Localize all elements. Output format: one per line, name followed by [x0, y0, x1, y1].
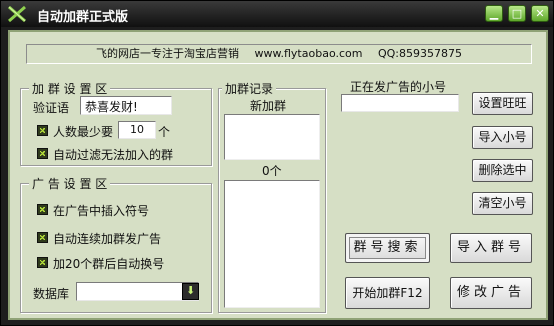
auto-filter-label: 自动过滤无法加入的群 [53, 148, 174, 162]
min-people-input[interactable]: 10 [118, 121, 156, 139]
ad-settings-legend: 广 告 设 置 区 [29, 175, 111, 192]
continuous-checkbox[interactable] [37, 232, 48, 243]
current-account-field [341, 94, 459, 112]
continuous-label: 自动连续加群发广告 [53, 232, 162, 246]
insert-symbol-checkbox[interactable] [37, 204, 48, 215]
import-groups-button[interactable]: 导入群号 [450, 233, 532, 263]
close-icon[interactable]: ✕ [531, 5, 549, 22]
search-groups-button[interactable]: 群号搜索 [345, 233, 430, 263]
window-title: 自动加群正式版 [37, 10, 129, 25]
verify-message-input[interactable]: 恭喜发财! [80, 96, 172, 115]
database-select[interactable] [76, 282, 199, 301]
min-people-checkbox[interactable] [37, 125, 48, 136]
modify-ad-button[interactable]: 修改广告 [450, 277, 532, 309]
title-bar[interactable]: 自动加群正式版 ▁ □ ✕ [1, 1, 553, 27]
maximize-icon[interactable]: □ [508, 5, 526, 22]
min-people-label: 人数最少要 [53, 125, 114, 139]
auto-filter-checkbox[interactable] [37, 148, 48, 159]
group-settings-legend: 加 群 设 置 区 [29, 80, 111, 97]
insert-symbol-label: 在广告中插入符号 [53, 204, 150, 218]
banner-qq: QQ:859357875 [377, 47, 462, 60]
verify-label: 验证语 [33, 101, 70, 115]
set-wangwang-button[interactable]: 设置旺旺 [472, 92, 533, 115]
minimize-icon[interactable]: ▁ [485, 5, 503, 22]
app-logo-icon [8, 5, 26, 23]
min-people-unit: 个 [158, 125, 171, 139]
banner-url: www.flytaobao.com [254, 47, 363, 60]
client-area: 飞的网店一专注于淘宝店营销 www.flytaobao.com QQ:85935… [8, 30, 548, 320]
clear-accounts-button[interactable]: 清空小号 [472, 192, 533, 215]
import-accounts-button[interactable]: 导入小号 [472, 126, 533, 149]
switch-account-label: 加20个群后自动换号 [53, 257, 165, 271]
start-join-button[interactable]: 开始加群F12 [345, 277, 430, 309]
banner: 飞的网店一专注于淘宝店营销 www.flytaobao.com QQ:85935… [26, 44, 532, 64]
dropdown-arrow-icon[interactable] [182, 283, 199, 300]
joined-group-list[interactable] [224, 180, 320, 308]
join-record-legend: 加群记录 [222, 80, 277, 97]
delete-selected-button[interactable]: 删除选中 [472, 159, 533, 182]
banner-shop: 飞的网店一专注于淘宝店营销 [96, 47, 240, 60]
app-window: 自动加群正式版 ▁ □ ✕ 飞的网店一专注于淘宝店营销 www.flytaoba… [0, 0, 554, 326]
new-group-label: 新加群 [250, 99, 287, 113]
database-label: 数据库 [33, 287, 70, 301]
current-account-label: 正在发广告的小号 [350, 80, 447, 94]
new-group-list[interactable] [224, 114, 320, 160]
switch-account-checkbox[interactable] [37, 257, 48, 268]
group-count-label: 0个 [262, 164, 282, 178]
